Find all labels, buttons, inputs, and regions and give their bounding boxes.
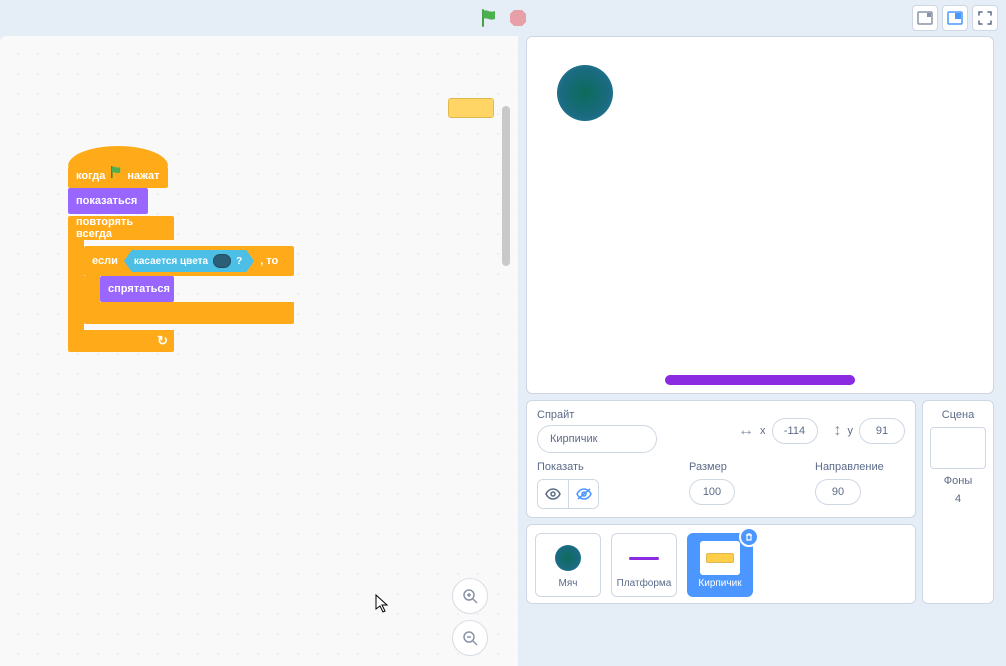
- direction-input[interactable]: [815, 479, 861, 505]
- view-small-stage-button[interactable]: [912, 5, 938, 31]
- zoom-controls: [452, 578, 488, 656]
- workspace-scrollbar[interactable]: [502, 86, 512, 436]
- if-body: спрятаться: [84, 276, 294, 302]
- forever-block-top[interactable]: повторять всегда: [68, 216, 174, 240]
- y-input[interactable]: [859, 418, 905, 444]
- vertical-arrows-icon: ↕: [834, 422, 842, 440]
- sprite-label: Спрайт: [537, 409, 657, 421]
- stage-thumbnail[interactable]: [930, 427, 986, 469]
- stage-sprite-ball[interactable]: [557, 65, 613, 121]
- info-panel-row: Спрайт ↔ x ↕ y: [526, 400, 1006, 604]
- backdrops-label: Фоны: [944, 475, 972, 487]
- stop-icon[interactable]: [509, 9, 527, 27]
- size-input[interactable]: [689, 479, 735, 505]
- cursor-icon: [375, 594, 391, 619]
- touching-q: ?: [236, 256, 242, 267]
- visibility-toggle: [537, 479, 599, 509]
- touching-color-reporter[interactable]: касается цвета ?: [124, 250, 254, 272]
- green-flag-icon: [109, 165, 123, 182]
- show-label: показаться: [76, 195, 137, 207]
- if-block-top[interactable]: если касается цвета ? , то: [84, 246, 294, 276]
- hide-label: спрятаться: [108, 283, 170, 295]
- sprite-info-panel: Спрайт ↔ x ↕ y: [526, 400, 916, 518]
- hide-button[interactable]: [568, 480, 598, 508]
- x-input[interactable]: [772, 418, 818, 444]
- forever-arm: [68, 240, 84, 330]
- hat-prefix: когда: [76, 170, 105, 182]
- ball-thumb-icon: [555, 545, 581, 571]
- forever-label: повторять всегда: [76, 216, 166, 240]
- view-mode-buttons: [912, 5, 998, 31]
- if-arm: [84, 276, 100, 302]
- show-label: Показать: [537, 461, 599, 473]
- top-bar: [0, 0, 1006, 36]
- stage-panel: Сцена Фоны 4: [922, 400, 994, 604]
- backdrops-count: 4: [955, 493, 961, 505]
- scrollbar-thumb[interactable]: [502, 106, 510, 266]
- loop-arrow-icon: ↻: [157, 333, 168, 349]
- green-flag-icon[interactable]: [479, 8, 499, 28]
- zoom-out-button[interactable]: [452, 620, 488, 656]
- platform-thumb-icon: [629, 557, 659, 560]
- sprite-list: Мяч Платформа Кирпичик: [526, 524, 916, 604]
- fullscreen-button[interactable]: [972, 5, 998, 31]
- y-coord-group: ↕ y: [834, 418, 906, 444]
- brick-thumb-icon: [706, 553, 734, 563]
- when-flag-clicked-block[interactable]: когда нажат: [68, 154, 168, 188]
- hat-suffix: нажат: [127, 170, 159, 182]
- if-prefix: если: [92, 255, 118, 267]
- direction-label: Направление: [815, 461, 884, 473]
- stage-sprite-platform[interactable]: [665, 375, 855, 385]
- hide-block[interactable]: спрятаться: [100, 276, 174, 302]
- view-large-stage-button[interactable]: [942, 5, 968, 31]
- show-button[interactable]: [538, 480, 568, 508]
- sprite-name-input[interactable]: [537, 425, 657, 453]
- floating-block[interactable]: [448, 98, 494, 118]
- sprite-card-brick[interactable]: Кирпичик: [687, 533, 753, 597]
- run-controls: [479, 8, 527, 28]
- stage[interactable]: [526, 36, 994, 394]
- delete-sprite-button[interactable]: [739, 527, 759, 547]
- sprite-card-platform[interactable]: Платформа: [611, 533, 677, 597]
- script-stack[interactable]: когда нажат показаться повторять всегда …: [68, 154, 294, 352]
- show-block[interactable]: показаться: [68, 188, 148, 214]
- touching-color-label: касается цвета: [134, 256, 208, 267]
- sprite-card-label: Мяч: [559, 578, 578, 589]
- stage-label: Сцена: [942, 409, 974, 421]
- size-label: Размер: [689, 461, 735, 473]
- color-swatch[interactable]: [213, 254, 231, 268]
- sprite-card-ball[interactable]: Мяч: [535, 533, 601, 597]
- code-workspace[interactable]: когда нажат показаться повторять всегда …: [0, 36, 518, 666]
- right-panel: Спрайт ↔ x ↕ y: [518, 36, 1006, 666]
- forever-body: если касается цвета ? , то спрятаться: [68, 240, 294, 330]
- y-label: y: [848, 425, 854, 437]
- x-coord-group: ↔ x: [738, 418, 818, 444]
- sprite-card-label: Кирпичик: [698, 578, 741, 589]
- zoom-in-button[interactable]: [452, 578, 488, 614]
- main-area: когда нажат показаться повторять всегда …: [0, 36, 1006, 666]
- horizontal-arrows-icon: ↔: [738, 422, 754, 440]
- x-label: x: [760, 425, 766, 437]
- sprite-card-label: Платформа: [617, 578, 672, 589]
- if-block-bottom[interactable]: [84, 302, 294, 324]
- if-suffix: , то: [260, 255, 278, 267]
- forever-block-bottom[interactable]: ↻: [68, 330, 174, 352]
